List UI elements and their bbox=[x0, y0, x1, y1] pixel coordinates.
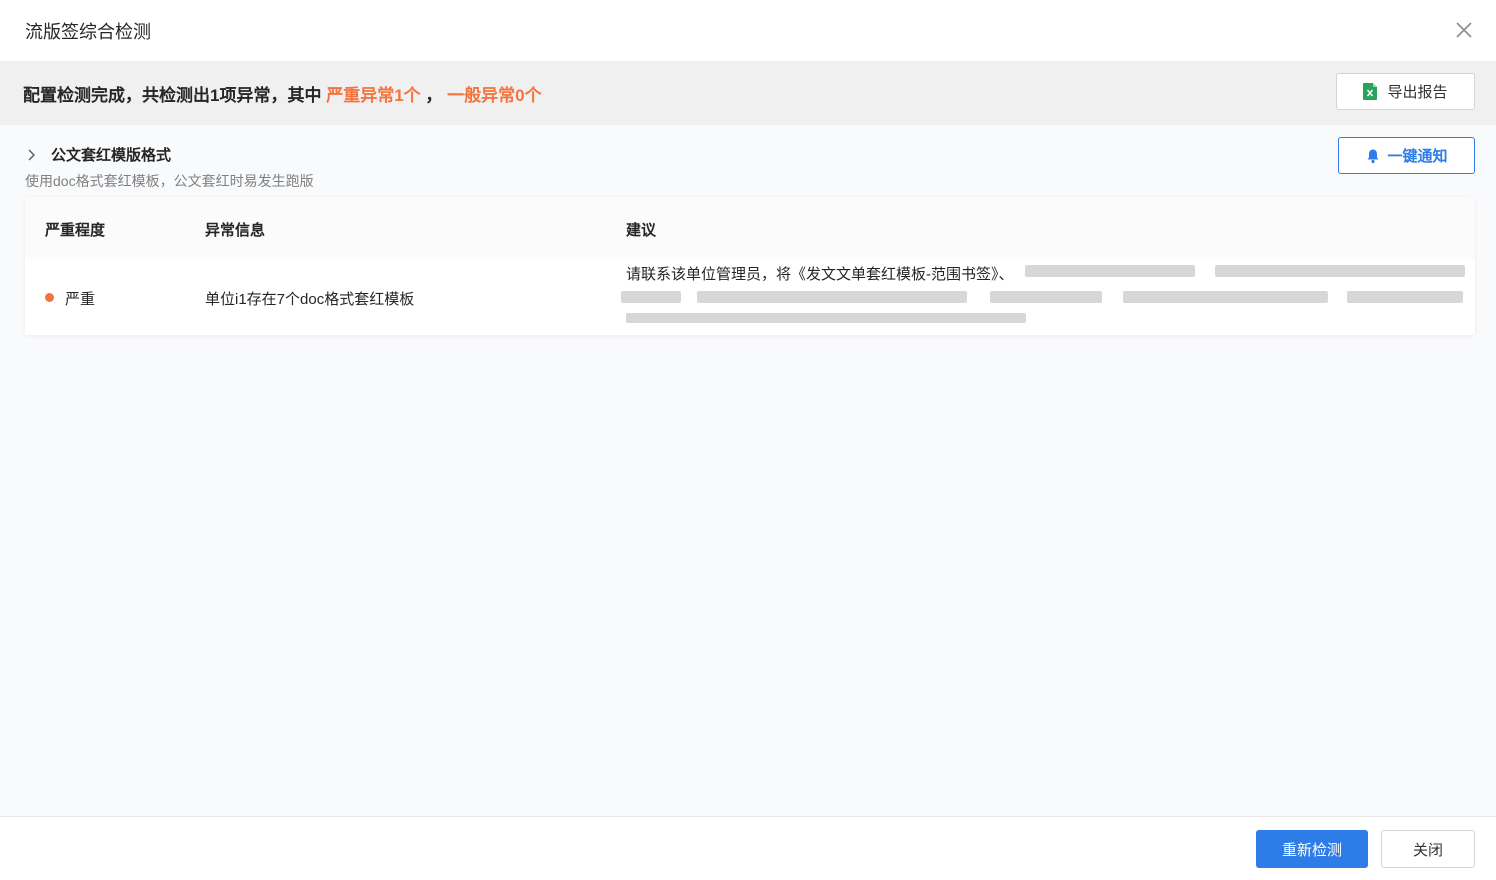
message-cell: 单位i1存在7个doc格式套红模板 bbox=[205, 291, 415, 308]
close-icon[interactable] bbox=[1454, 20, 1474, 40]
column-header-severity: 严重程度 bbox=[45, 222, 106, 239]
summary-prefix: 配置检测完成，共检测出1项异常，其中 bbox=[23, 85, 322, 105]
severe-count: 严重异常1个 bbox=[326, 85, 421, 105]
summary-text: 配置检测完成，共检测出1项异常，其中 严重异常1个 ， 一般异常0个 bbox=[23, 81, 542, 106]
recheck-button[interactable]: 重新检测 bbox=[1256, 830, 1368, 868]
advice-text: 请联系该单位管理员，将《发文文单套红模板-范围书签》、 bbox=[626, 266, 1014, 283]
export-report-label: 导出报告 bbox=[1387, 84, 1448, 101]
issue-table: 严重程度 异常信息 建议 严重 单位i1存在7个doc格式套红模板 请联系该单位… bbox=[25, 197, 1475, 335]
column-header-advice: 建议 bbox=[626, 222, 657, 239]
group-description: 使用doc格式套红模板，公文套红时易发生跑版 bbox=[25, 173, 314, 189]
group-title: 公文套红模版格式 bbox=[51, 147, 172, 164]
notify-all-label: 一键通知 bbox=[1387, 148, 1448, 165]
summary-separator: ， bbox=[425, 85, 443, 105]
table-header: 严重程度 异常信息 建议 bbox=[25, 197, 1475, 259]
export-report-button[interactable]: 导出报告 bbox=[1336, 73, 1475, 110]
severity-cell: 严重 bbox=[65, 291, 96, 308]
summary-bar: 配置检测完成，共检测出1项异常，其中 严重异常1个 ， 一般异常0个 导出报告 bbox=[0, 61, 1496, 125]
bell-icon bbox=[1365, 148, 1381, 164]
group-header[interactable]: 公文套红模版格式 bbox=[25, 144, 171, 165]
excel-file-icon bbox=[1363, 83, 1378, 100]
dialog-footer: 重新检测 关闭 bbox=[0, 816, 1496, 880]
close-button[interactable]: 关闭 bbox=[1381, 830, 1475, 868]
dialog-title: 流版签综合检测 bbox=[25, 21, 151, 42]
severity-dot-icon bbox=[45, 293, 54, 302]
content-area: 公文套红模版格式 使用doc格式套红模板，公文套红时易发生跑版 一键通知 严重程… bbox=[0, 125, 1496, 816]
table-row: 严重 单位i1存在7个doc格式套红模板 请联系该单位管理员，将《发文文单套红模… bbox=[25, 259, 1475, 335]
column-header-message: 异常信息 bbox=[205, 222, 266, 239]
chevron-right-icon[interactable] bbox=[25, 148, 39, 162]
dialog-header: 流版签综合检测 bbox=[0, 0, 1496, 61]
notify-all-button[interactable]: 一键通知 bbox=[1338, 137, 1475, 174]
normal-count: 一般异常0个 bbox=[447, 85, 542, 105]
dialog: 流版签综合检测 配置检测完成，共检测出1项异常，其中 严重异常1个 ， 一般异常… bbox=[0, 0, 1496, 880]
